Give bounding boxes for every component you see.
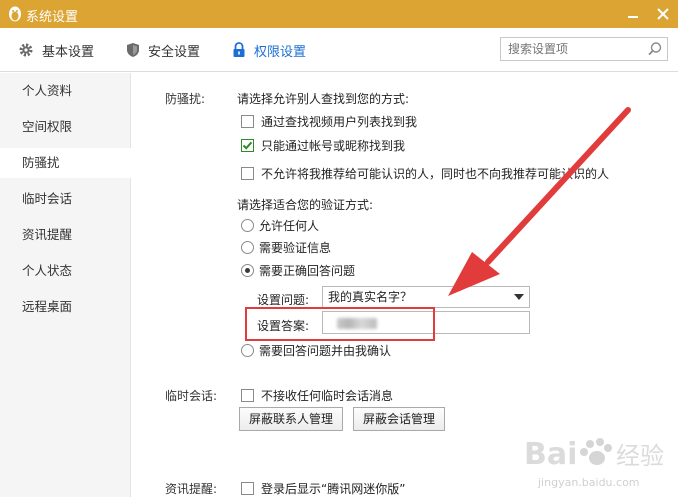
checkbox-show-mini-news[interactable] xyxy=(241,482,254,495)
gear-icon xyxy=(19,43,33,57)
tab-permission-settings[interactable]: 权限设置 xyxy=(232,28,306,72)
question-label: 设置问题: xyxy=(257,293,310,307)
lock-icon xyxy=(233,42,245,57)
search-box xyxy=(500,37,668,61)
option-label: 需要正确回答问题 xyxy=(259,264,356,278)
tab-label: 安全设置 xyxy=(148,44,201,60)
radio-answer-and-confirm[interactable] xyxy=(241,344,254,357)
search-input[interactable] xyxy=(501,38,641,60)
tab-label: 权限设置 xyxy=(254,44,307,60)
svg-text:Bai: Bai xyxy=(524,437,577,472)
anti-harass-label: 防骚扰: xyxy=(165,92,206,106)
sidebar: 个人资料 空间权限 防骚扰 临时会话 资讯提醒 个人状态 远程桌面 xyxy=(0,73,131,497)
option-label: 只能通过帐号或昵称找到我 xyxy=(261,139,406,153)
option-label: 允许任何人 xyxy=(259,219,320,233)
search-icon[interactable] xyxy=(647,41,663,57)
sidebar-item-news[interactable]: 资讯提醒 xyxy=(0,220,131,250)
option-label: 需要验证信息 xyxy=(259,241,332,255)
checkbox-no-recommend[interactable] xyxy=(241,167,254,180)
svg-text:经验: 经验 xyxy=(616,442,664,470)
radio-answer-question[interactable] xyxy=(241,264,254,277)
verify-prompt: 请选择适合您的验证方式: xyxy=(237,198,374,212)
checkbox-find-video-list[interactable] xyxy=(241,115,254,128)
penguin-icon xyxy=(9,6,21,22)
option-label: 通过查找视频用户列表找到我 xyxy=(261,115,418,129)
settings-tabs: 基本设置 安全设置 权限设置 xyxy=(0,28,678,72)
sidebar-item-space-permission[interactable]: 空间权限 xyxy=(0,112,131,142)
baidu-watermark: Bai 经验 jingyan.baidu.com xyxy=(520,420,678,497)
option-label: 需要回答问题并由我确认 xyxy=(259,344,392,358)
annotation-highlight-box xyxy=(245,307,435,341)
option-label: 登录后显示“腾讯网迷你版” xyxy=(261,482,406,496)
block-sessions-button[interactable]: 屏蔽会话管理 xyxy=(353,407,445,431)
tab-label: 基本设置 xyxy=(42,44,95,60)
tab-basic-settings[interactable]: 基本设置 xyxy=(18,28,94,72)
radio-allow-anyone[interactable] xyxy=(241,219,254,232)
sidebar-item-status[interactable]: 个人状态 xyxy=(0,256,131,286)
sidebar-item-temp-session[interactable]: 临时会话 xyxy=(0,184,131,214)
window-title: 系统设置 xyxy=(26,10,79,25)
sidebar-item-remote-desktop[interactable]: 远程桌面 xyxy=(0,292,131,322)
question-select[interactable]: 我的真实名字？ xyxy=(322,286,530,308)
block-contacts-button[interactable]: 屏蔽联系人管理 xyxy=(239,407,343,431)
checkbox-reject-temp-session[interactable] xyxy=(241,389,254,402)
svg-text:jingyan.baidu.com: jingyan.baidu.com xyxy=(537,476,640,489)
question-value: 我的真实名字？ xyxy=(328,290,413,304)
temp-session-label: 临时会话: xyxy=(165,389,218,403)
find-prompt: 请选择允许别人查找到您的方式: xyxy=(237,92,410,106)
sidebar-item-anti-harass[interactable]: 防骚扰 xyxy=(0,148,131,178)
option-label: 不允许将我推荐给可能认识的人，同时也不向我推荐可能认识的人 xyxy=(261,167,610,181)
close-icon[interactable] xyxy=(652,3,674,25)
checkbox-find-by-account[interactable] xyxy=(241,139,254,152)
minimize-icon[interactable] xyxy=(622,3,644,25)
chevron-down-icon xyxy=(514,294,524,300)
title-bar: 系统设置 xyxy=(0,0,678,28)
news-label: 资讯提醒: xyxy=(165,482,218,496)
radio-need-verify-info[interactable] xyxy=(241,241,254,254)
tab-security-settings[interactable]: 安全设置 xyxy=(126,28,200,72)
option-label: 不接收任何临时会话消息 xyxy=(261,389,394,403)
shield-icon xyxy=(127,43,139,57)
baidu-paw-logo: Bai 经验 jingyan.baidu.com xyxy=(524,437,664,489)
checkmark-icon xyxy=(242,141,253,150)
sidebar-item-profile[interactable]: 个人资料 xyxy=(0,76,131,106)
